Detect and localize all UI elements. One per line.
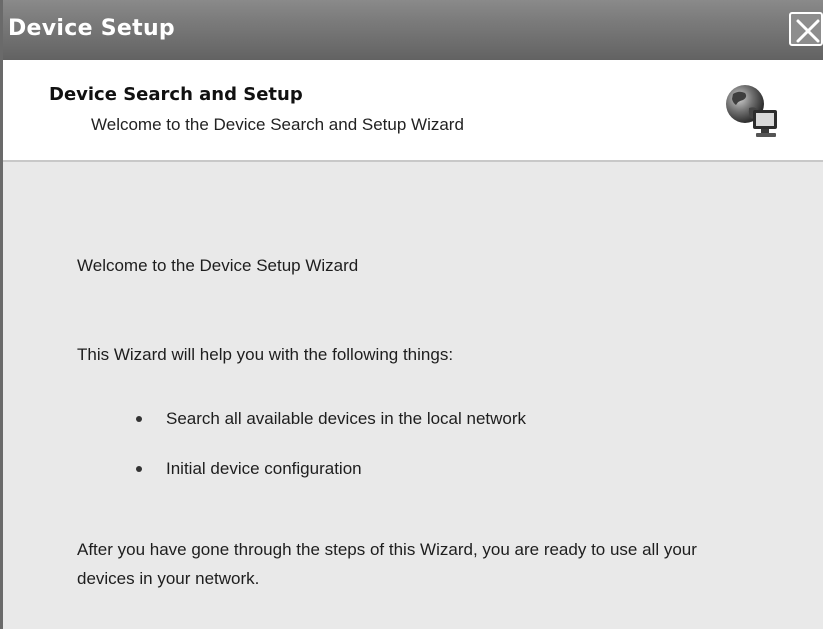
device-setup-window: Device Setup Device Search and Setup Wel…: [0, 0, 823, 629]
list-item-text: Initial device configuration: [166, 459, 362, 478]
intro-text: This Wizard will help you with the follo…: [77, 345, 454, 364]
wizard-content: Welcome to the Device Setup Wizard This …: [3, 164, 823, 629]
bullet-icon: [136, 416, 142, 422]
list-item-text: Search all available devices in the loca…: [166, 409, 527, 428]
feature-list: Search all available devices in the loca…: [132, 405, 526, 505]
list-item: Initial device configuration: [132, 455, 526, 482]
header-title: Device Search and Setup: [49, 84, 303, 105]
close-icon: [796, 19, 820, 43]
header-subtitle: Welcome to the Device Search and Setup W…: [91, 115, 464, 134]
list-item: Search all available devices in the loca…: [132, 405, 526, 432]
window-title: Device Setup: [8, 16, 175, 41]
close-button[interactable]: [789, 12, 823, 46]
network-globe-computer-icon: [726, 85, 777, 137]
title-bar[interactable]: Device Setup: [3, 0, 823, 60]
closing-text: After you have gone through the steps of…: [77, 540, 697, 588]
wizard-header: Device Search and Setup Welcome to the D…: [3, 60, 823, 162]
bullet-icon: [136, 466, 142, 472]
welcome-text: Welcome to the Device Setup Wizard: [77, 256, 359, 275]
